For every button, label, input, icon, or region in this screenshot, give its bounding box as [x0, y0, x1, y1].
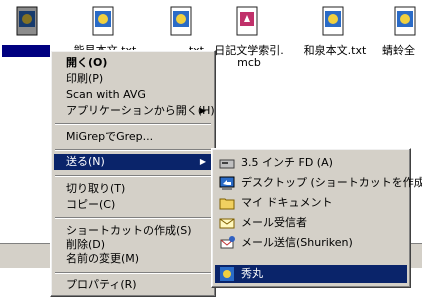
text-document-icon: [170, 6, 192, 36]
text-document-icon: [92, 6, 114, 36]
menu-item-cut[interactable]: 切り取り(T): [54, 181, 212, 197]
menu-item-open-with[interactable]: アプリケーションから開く(H) ▶: [54, 103, 215, 119]
menu-item-properties[interactable]: プロパティ(R): [54, 277, 212, 293]
menu-item-open[interactable]: 開く(O): [54, 55, 212, 71]
menu-separator: [55, 217, 211, 219]
menu-item-send-to[interactable]: 送る(N) ▶: [54, 154, 212, 170]
text-document-icon: [322, 6, 344, 36]
send-to-submenu: 3.5 インチ FD (A) デスクトップ (ショートカットを作成) マイ ドキ…: [211, 148, 422, 288]
menu-item-migrep[interactable]: MiGrepでGrep...: [54, 129, 212, 145]
send-to-my-documents-label: マイ ドキュメント: [241, 196, 333, 209]
send-to-shuriken-label: メール送信(Shuriken): [241, 236, 353, 249]
menu-item-copy[interactable]: コピー(C): [54, 197, 212, 213]
file-kagero[interactable]: 蜻蛉全: [372, 4, 422, 74]
hidemaru-document-icon: [16, 6, 38, 36]
selected-file-label: [2, 45, 50, 57]
file-nikki-bungaku-sakuin[interactable]: 日記文学索引. mcb: [214, 4, 284, 74]
floppy-drive-icon: [219, 155, 235, 171]
submenu-arrow-icon: ▶: [199, 106, 206, 115]
menu-item-scan[interactable]: Scan with AVG: [54, 87, 212, 103]
file-label-line2: mcb: [237, 56, 261, 69]
send-to-hidemaru-label: 秀丸: [241, 267, 263, 280]
send-to-desktop-label: デスクトップ (ショートカットを作成): [241, 176, 422, 189]
menu-separator: [55, 175, 211, 177]
file-izumi-honbun[interactable]: 和泉本文.txt: [300, 4, 370, 74]
context-menu: 開く(O) 印刷(P) Scan with AVG アプリケーションから開く(H…: [50, 50, 216, 297]
send-to-hidemaru[interactable]: 秀丸: [215, 265, 407, 283]
hidemaru-icon: [219, 266, 235, 282]
menu-item-open-with-label: アプリケーションから開く(H): [66, 104, 215, 117]
file-label: 和泉本文.txt: [303, 44, 367, 57]
desktop-shortcut-icon: [219, 175, 235, 191]
menu-separator: [55, 149, 211, 151]
acrobat-document-icon: [236, 6, 258, 36]
mail-send-icon: [219, 235, 235, 251]
menu-item-send-to-label: 送る(N): [66, 155, 105, 168]
menu-separator: [55, 272, 211, 274]
send-to-mail-recipient-label: メール受信者: [241, 216, 307, 229]
envelope-icon: [219, 215, 235, 231]
send-to-floppy[interactable]: 3.5 インチ FD (A): [215, 153, 407, 173]
menu-item-rename[interactable]: 名前の変更(M): [54, 251, 212, 267]
text-document-icon: [394, 6, 416, 36]
folder-icon: [219, 195, 235, 211]
submenu-arrow-icon: ▶: [199, 157, 206, 166]
send-to-my-documents[interactable]: マイ ドキュメント: [215, 193, 407, 213]
send-to-mail-recipient[interactable]: メール受信者: [215, 213, 407, 233]
file-label: 蜻蛉全: [382, 44, 415, 57]
send-to-desktop[interactable]: デスクトップ (ショートカットを作成): [215, 173, 422, 193]
send-to-shuriken[interactable]: メール送信(Shuriken): [215, 233, 407, 253]
menu-item-print[interactable]: 印刷(P): [54, 71, 212, 87]
menu-separator: [55, 123, 211, 125]
send-to-floppy-label: 3.5 インチ FD (A): [241, 156, 333, 169]
